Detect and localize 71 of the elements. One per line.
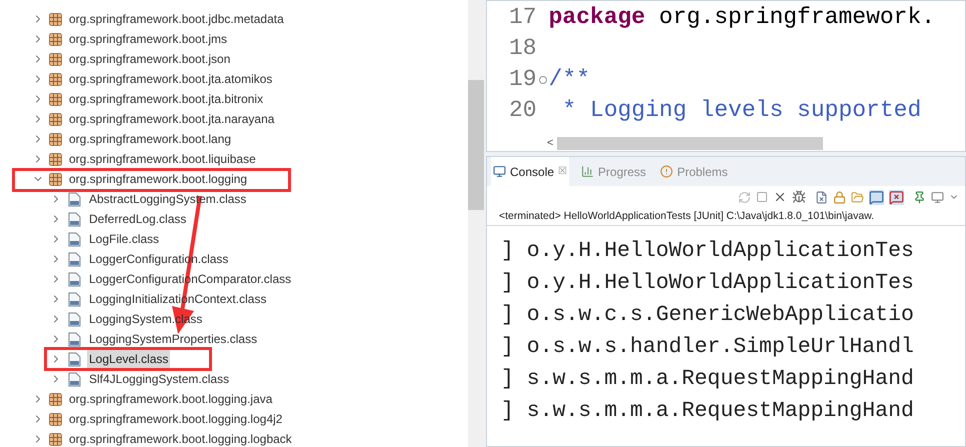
line-number: 19 xyxy=(509,65,537,94)
stop-icon[interactable] xyxy=(756,191,768,203)
class-file-icon xyxy=(67,192,82,206)
line-number: 20 xyxy=(509,96,537,125)
package-icon xyxy=(49,172,62,186)
console-status: <terminated> HelloWorldApplicationTests [JUnit] C:\Java\jdk1.8.0_101\bin\javaw. xyxy=(487,208,965,226)
package-icon xyxy=(49,112,62,126)
line-number: 18 xyxy=(509,34,537,63)
scrollbar-thumb[interactable] xyxy=(557,136,824,150)
package-icon xyxy=(49,152,62,166)
console-line: ] o.y.H.HelloWorldApplicationTes xyxy=(501,270,915,297)
problems-icon xyxy=(660,165,674,178)
package-icon xyxy=(49,412,62,426)
scroll-left-button[interactable]: < xyxy=(547,138,554,148)
class-file-icon xyxy=(67,272,82,286)
bug-icon[interactable] xyxy=(792,190,806,204)
scrollbar-thumb[interactable] xyxy=(468,80,484,210)
fold-icon[interactable] xyxy=(538,76,547,84)
tree-item[interactable]: org.springframework.boot.logging.log4j2 xyxy=(67,410,284,428)
display-icon[interactable] xyxy=(931,190,944,204)
tree-item[interactable]: org.springframework.boot.logging.java xyxy=(67,390,274,408)
console-line: ] o.s.w.s.handler.SimpleUrlHandl xyxy=(501,334,915,361)
lock-icon[interactable] xyxy=(833,190,846,204)
console-icon xyxy=(493,165,506,178)
tree-item[interactable]: org.springframework.boot.jms xyxy=(67,30,230,48)
console-line: ] o.s.w.c.s.GenericWebApplicatio xyxy=(501,302,915,329)
class-file-icon xyxy=(67,292,82,306)
tree-item[interactable]: org.springframework.boot.json xyxy=(67,50,232,68)
clear-console-icon[interactable] xyxy=(815,190,828,204)
panel-tab[interactable]: Console ☒ xyxy=(491,157,570,186)
tree-item[interactable]: org.springframework.boot.lang xyxy=(67,130,234,148)
code-line: * Logging levels supported xyxy=(561,96,922,125)
package-icon xyxy=(49,12,62,26)
class-file-icon xyxy=(67,332,82,346)
console-line: ] s.w.s.m.m.a.RequestMappingHand xyxy=(501,398,915,425)
tree-item[interactable]: LogLevel.class xyxy=(87,350,170,368)
tree-item[interactable]: LogFile.class xyxy=(87,230,162,248)
pin-icon[interactable] xyxy=(913,190,926,204)
package-icon xyxy=(49,432,62,446)
tree-item[interactable]: DeferredLog.class xyxy=(87,210,188,228)
error-message-icon[interactable] xyxy=(889,190,904,204)
package-icon xyxy=(49,92,62,106)
tree-item[interactable]: org.springframework.boot.liquibase xyxy=(67,150,258,168)
message-icon[interactable] xyxy=(869,190,884,204)
folder-icon[interactable] xyxy=(851,190,864,204)
package-icon xyxy=(49,132,62,146)
tree-item[interactable]: org.springframework.boot.logging xyxy=(67,170,250,188)
tree-item[interactable]: LoggingSystemProperties.class xyxy=(87,330,260,348)
progress-icon xyxy=(581,165,594,178)
class-file-icon xyxy=(67,372,82,386)
code-line: /** xyxy=(548,65,590,94)
class-file-icon xyxy=(67,252,82,266)
line-number: 17 xyxy=(509,3,537,32)
remove-icon[interactable] xyxy=(773,190,787,204)
code-line: package org.springframework. xyxy=(548,3,936,32)
console-line: ] o.y.H.HelloWorldApplicationTes xyxy=(501,238,915,265)
tree-item[interactable]: org.springframework.boot.logging.logback xyxy=(67,430,294,447)
tree-item[interactable]: org.springframework.boot.jta.narayana xyxy=(67,110,276,128)
tree-item[interactable]: Slf4JLoggingSystem.class xyxy=(87,370,232,388)
class-file-icon xyxy=(67,312,82,326)
tree-item[interactable]: org.springframework.boot.jdbc.metadata xyxy=(67,10,286,28)
package-icon xyxy=(49,52,62,66)
package-icon xyxy=(49,72,62,86)
tree-item[interactable]: org.springframework.boot.jta.atomikos xyxy=(67,70,274,88)
console-line: ] s.w.s.m.m.a.RequestMappingHand xyxy=(501,366,915,393)
package-icon xyxy=(49,392,62,406)
class-file-icon xyxy=(67,232,82,246)
class-file-icon xyxy=(67,352,82,366)
tree-item[interactable]: org.springframework.boot.jta.bitronix xyxy=(67,90,266,108)
class-file-icon xyxy=(67,212,82,226)
package-icon xyxy=(49,32,62,46)
